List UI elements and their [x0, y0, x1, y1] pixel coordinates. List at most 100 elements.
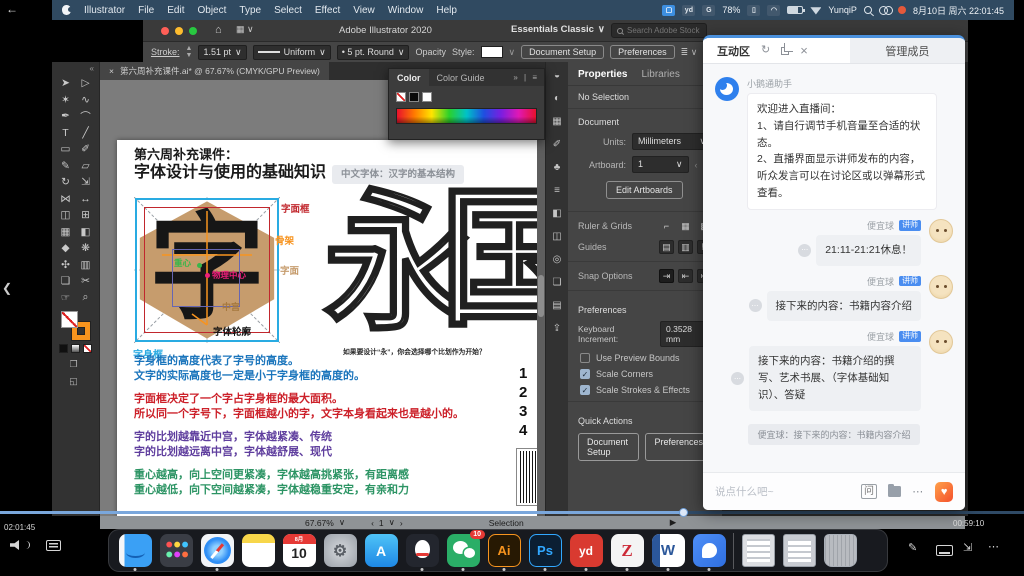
scrollbar-thumb[interactable] [538, 275, 544, 317]
zotero-dock-icon[interactable]: Z [610, 531, 644, 571]
rotate-tool[interactable]: ↻ [56, 174, 76, 191]
wifi-icon[interactable] [810, 6, 821, 15]
input-method-icon[interactable] [898, 6, 906, 14]
chat-message-input[interactable] [715, 486, 850, 498]
checkbox-icon[interactable] [580, 353, 590, 363]
menu-item[interactable]: View [353, 5, 375, 16]
spotlight-search-icon[interactable] [864, 6, 872, 14]
lecturer-avatar[interactable] [929, 275, 953, 299]
volume-icon[interactable] [10, 540, 22, 550]
edit-artboards-button[interactable]: Edit Artboards [606, 181, 683, 199]
menu-bar-clock[interactable]: 8月10日 周六 22:01:45 [913, 4, 1004, 17]
chevron-down-icon[interactable]: ∨ [389, 517, 395, 528]
close-tab-icon[interactable]: × [109, 66, 114, 76]
user-switch-icon[interactable] [879, 6, 891, 15]
preference-checkbox[interactable]: ✓ Scale Strokes & Effects [580, 385, 710, 395]
zoom-window-button[interactable] [189, 27, 197, 35]
system-preferences-dock-icon[interactable]: ⚙ [323, 531, 357, 571]
color-panel-icon[interactable]: ◒ [554, 70, 560, 81]
wechat-dock-icon[interactable]: 10 [446, 531, 480, 571]
tab-manage-members[interactable]: 管理成员 [850, 38, 965, 63]
chevron-down-icon[interactable]: ∨ [509, 47, 516, 58]
swatches-panel-icon[interactable]: ▦ [552, 116, 561, 127]
screen-share-icon[interactable]: ▢ [662, 5, 675, 16]
youdao-dock-icon[interactable]: yd [569, 531, 603, 571]
vertical-scrollbar[interactable] [537, 80, 545, 516]
tab-color-guide[interactable]: Color Guide [429, 69, 493, 86]
appearance-panel-icon[interactable]: ◎ [553, 254, 562, 265]
illustrator-dock-icon[interactable]: Ai [487, 531, 521, 571]
none-mode-button[interactable] [83, 344, 92, 353]
show-grid-icon[interactable]: ▦ [678, 219, 693, 233]
draw-mode-icons[interactable]: ❐ [52, 359, 99, 370]
more-icon[interactable]: ⋯ [912, 485, 924, 498]
apple-icon[interactable] [62, 5, 71, 15]
stroke-label[interactable]: Stroke: [151, 47, 180, 57]
notes-dock-icon[interactable] [241, 531, 275, 571]
opacity-label[interactable]: Opacity [415, 47, 446, 57]
menu-item[interactable]: Help [436, 5, 457, 16]
free-transform-tool[interactable]: ↔ [76, 191, 96, 208]
blend-tool[interactable]: ❋ [76, 240, 96, 257]
lecturer-avatar[interactable] [929, 330, 953, 354]
magic-wand-tool[interactable]: ✶ [56, 92, 76, 109]
home-icon[interactable]: ⌂ [215, 24, 222, 36]
transparency-panel-icon[interactable]: ◫ [552, 231, 561, 242]
zoom-level-select[interactable]: 67.67%∨ [305, 517, 345, 528]
show-guides-icon[interactable]: ▤ [659, 240, 674, 254]
safari-dock-icon[interactable] [200, 531, 234, 571]
column-graph-tool[interactable]: ▥ [76, 257, 96, 274]
close-icon[interactable]: × [800, 44, 808, 57]
artboard-number-select[interactable]: 1 [379, 518, 384, 528]
pop-out-icon[interactable] [781, 47, 789, 55]
type-tool[interactable]: T [56, 125, 76, 142]
selection-tool[interactable]: ➤ [56, 75, 76, 92]
curvature-tool[interactable]: ⌒ [76, 108, 96, 125]
symbol-sprayer-tool[interactable]: ✣ [56, 257, 76, 274]
layers-panel-icon[interactable]: ▤ [552, 300, 561, 311]
align-options-icon[interactable]: ≣ ∨ [681, 47, 698, 58]
assistant-avatar[interactable] [715, 77, 739, 101]
shape-builder-tool[interactable]: ◫ [56, 207, 76, 224]
progress-bar-remaining[interactable] [683, 511, 1024, 514]
black-swatch[interactable] [409, 92, 419, 102]
stroke-panel-icon[interactable]: ≡ [554, 185, 560, 196]
show-rulers-icon[interactable]: ⌐ [659, 219, 674, 233]
perspective-grid-tool[interactable]: ⊞ [76, 207, 96, 224]
menu-item[interactable]: Window [388, 5, 424, 16]
gradient-panel-icon[interactable]: ◧ [552, 208, 561, 219]
asset-export-panel-icon[interactable]: ⇪ [553, 323, 561, 334]
canvas-area[interactable]: 第六周补充课件： 字体设计与使用的基础知识中文字体：汉字的基本结构 字 [100, 80, 545, 516]
danmaku-toggle-icon[interactable] [46, 540, 61, 551]
progress-playhead[interactable] [679, 508, 688, 517]
snap-to-point-icon[interactable]: ⇥ [659, 269, 674, 283]
prev-artboard-icon[interactable]: ‹ [371, 518, 374, 528]
menu-item[interactable]: Select [274, 5, 302, 16]
player-more-icon[interactable]: ⋯ [988, 540, 999, 553]
paintbrush-tool[interactable]: ✐ [76, 141, 96, 158]
word-dock-icon[interactable]: W [651, 531, 685, 571]
color-guide-panel-icon[interactable]: ◐ [554, 93, 560, 104]
minimize-window-button[interactable] [175, 27, 183, 35]
minimized-window-1[interactable] [741, 531, 775, 571]
pen-tool[interactable]: ✒ [56, 108, 76, 125]
g-status-icon[interactable]: G [702, 5, 715, 16]
menu-item[interactable]: File [138, 5, 154, 16]
folder-icon[interactable] [888, 486, 901, 497]
rectangle-tool[interactable]: ▭ [56, 141, 76, 158]
exit-fullscreen-icon[interactable]: ⇲ [963, 541, 972, 554]
preferences-button[interactable]: Preferences [610, 45, 675, 59]
screen-mode-icon[interactable]: ◱ [52, 376, 99, 387]
width-tool[interactable]: ⋈ [56, 191, 76, 208]
gradient-tool[interactable]: ◧ [76, 224, 96, 241]
annotate-icon[interactable]: ✎ [908, 541, 917, 554]
close-window-button[interactable] [161, 27, 169, 35]
menu-extra-icon-1[interactable]: ▯ [747, 5, 760, 16]
player-collapse-left-icon[interactable]: ❮ [2, 281, 12, 295]
brushes-panel-icon[interactable]: ✐ [553, 139, 561, 150]
quick-document-setup-button[interactable]: Document Setup [578, 433, 639, 461]
minimized-window-2[interactable] [782, 531, 816, 571]
finder-dock-icon[interactable] [118, 531, 152, 571]
color-spectrum-bar[interactable] [396, 108, 537, 124]
tab-interactive-area[interactable]: 互动区 ↻ × [703, 38, 850, 63]
